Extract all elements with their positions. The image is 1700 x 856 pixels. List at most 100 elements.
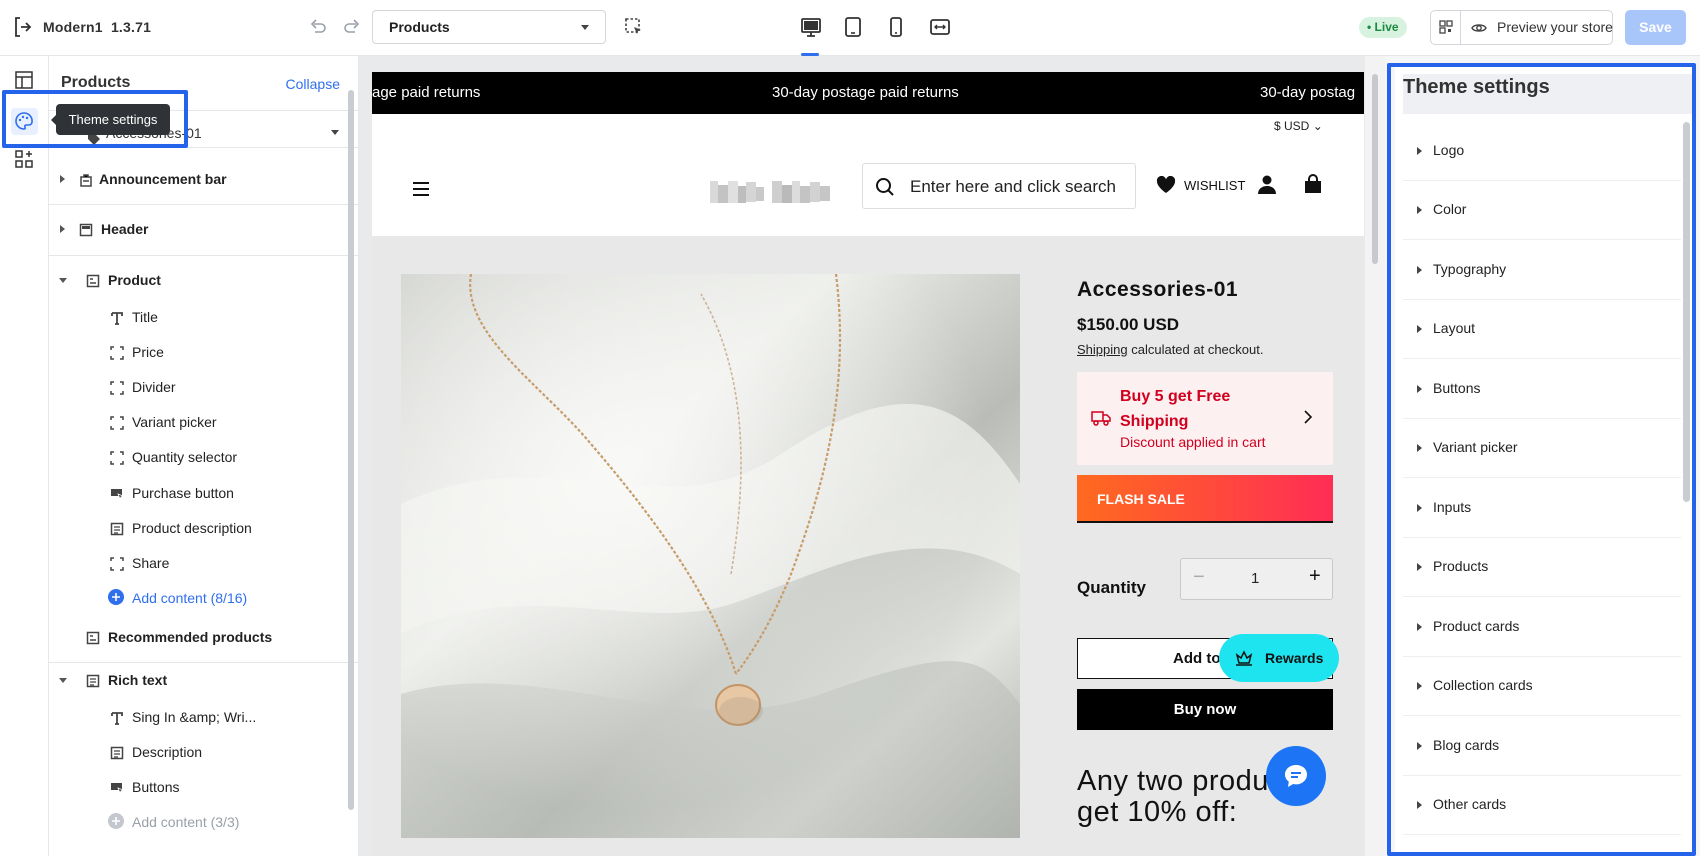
expand-icon[interactable]: [60, 175, 65, 183]
account-icon[interactable]: [1257, 174, 1277, 197]
block-quantity-selector[interactable]: Quantity selector: [49, 446, 349, 468]
announcement-icon: [79, 171, 93, 193]
section-rich-text[interactable]: Rich text: [49, 669, 349, 691]
search-input[interactable]: Enter here and click search: [862, 163, 1136, 209]
fullwidth-icon[interactable]: [929, 16, 951, 41]
dashed-box-icon: [110, 379, 124, 401]
live-badge: • Live: [1359, 17, 1407, 38]
chat-button[interactable]: [1266, 746, 1326, 806]
top-toolbar: Modern1 1.3.71 Products • Live Preview y…: [0, 0, 1700, 56]
dashed-box-icon: [110, 555, 124, 577]
apps-icon[interactable]: [14, 149, 34, 172]
product-image[interactable]: [401, 274, 1020, 838]
block-buttons[interactable]: Buttons: [49, 776, 349, 798]
cart-icon[interactable]: [1304, 174, 1322, 197]
expand-icon: [1417, 682, 1422, 690]
quantity-stepper[interactable]: − 1 +: [1180, 558, 1333, 600]
block-product-description[interactable]: Product description: [49, 517, 349, 539]
section-product[interactable]: Product: [49, 269, 349, 291]
block-description[interactable]: Description: [49, 741, 349, 763]
rewards-button[interactable]: Rewards: [1219, 634, 1339, 682]
section-recommended-products[interactable]: Recommended products: [49, 626, 349, 648]
plus-icon[interactable]: +: [1309, 565, 1321, 588]
dashed-box-icon: [110, 344, 124, 366]
tablet-icon[interactable]: [843, 16, 863, 41]
block-purchase-button[interactable]: Purchase button: [49, 482, 349, 504]
setting-inputs[interactable]: Inputs: [1403, 479, 1681, 538]
setting-collection-cards[interactable]: Collection cards: [1403, 657, 1681, 716]
page-select[interactable]: Products: [372, 10, 606, 44]
sections-icon[interactable]: [14, 70, 34, 93]
add-circle-icon: [108, 813, 124, 835]
section-header[interactable]: Header: [49, 218, 349, 240]
inspect-icon[interactable]: [624, 17, 644, 40]
undo-icon[interactable]: [309, 18, 327, 39]
announcement-text: 30-day postage paid returns: [772, 84, 959, 101]
divider: [49, 204, 358, 205]
product-price: $150.00 USD: [1077, 315, 1180, 334]
section-announcement-bar[interactable]: Announcement bar: [49, 168, 349, 190]
flash-sale-banner: FLASH SALE: [1077, 475, 1333, 523]
setting-layout[interactable]: Layout: [1403, 300, 1681, 359]
setting-variant-picker[interactable]: Variant picker: [1403, 419, 1681, 478]
expand-icon[interactable]: [60, 225, 65, 233]
canvas-scrollbar[interactable]: [1365, 56, 1385, 856]
quantity-label: Quantity: [1077, 578, 1146, 597]
shipping-note: Shipping calculated at checkout.: [1077, 342, 1264, 357]
expand-icon: [1417, 385, 1422, 393]
preview-canvas: age paid returns 30-day postage paid ret…: [359, 56, 1385, 856]
divider: [49, 255, 358, 256]
setting-products[interactable]: Products: [1403, 538, 1681, 597]
desktop-icon[interactable]: [800, 16, 822, 41]
setting-color[interactable]: Color: [1403, 181, 1681, 240]
promo-banner[interactable]: Buy 5 get Free Shipping Discount applied…: [1077, 372, 1333, 465]
settings-scrollbar[interactable]: [1683, 122, 1690, 502]
collapse-link[interactable]: Collapse: [286, 76, 340, 92]
expand-icon: [1417, 742, 1422, 750]
setting-buttons[interactable]: Buttons: [1403, 360, 1681, 419]
buy-now-button[interactable]: Buy now: [1077, 689, 1333, 730]
quantity-value[interactable]: 1: [1251, 570, 1259, 587]
redo-icon[interactable]: [343, 18, 361, 39]
dashed-box-icon: [110, 449, 124, 471]
add-content-button[interactable]: Add content (8/16): [49, 587, 349, 609]
expand-icon: [1417, 563, 1422, 571]
button-icon: [110, 779, 124, 801]
menu-icon[interactable]: [412, 181, 430, 200]
add-content-button-disabled[interactable]: Add content (3/3): [49, 811, 349, 833]
setting-product-cards[interactable]: Product cards: [1403, 598, 1681, 657]
setting-blog-cards[interactable]: Blog cards: [1403, 717, 1681, 776]
expand-icon: [1417, 623, 1422, 631]
block-heading[interactable]: Sing In &amp; Wri...: [49, 706, 349, 728]
theme-settings-icon[interactable]: [11, 108, 38, 135]
block-price[interactable]: Price: [49, 341, 349, 363]
preview-store-button[interactable]: Preview your store: [1461, 11, 1613, 44]
collapse-icon[interactable]: [59, 278, 67, 283]
promo-subtitle: Discount applied in cart: [1120, 434, 1266, 450]
currency-selector[interactable]: $ USD ⌄: [1274, 119, 1323, 133]
theme-settings-list: Theme settings Logo Color Typography Lay…: [1395, 66, 1695, 856]
store-logo-blurred[interactable]: [710, 177, 830, 207]
minus-icon[interactable]: −: [1193, 566, 1205, 589]
expand-icon: [1417, 504, 1422, 512]
expand-icon: [1417, 325, 1422, 333]
eye-icon: [1471, 24, 1487, 32]
save-button[interactable]: Save: [1625, 10, 1686, 45]
qr-code-icon[interactable]: [1431, 11, 1461, 44]
block-share[interactable]: Share: [49, 552, 349, 574]
crown-icon: [1235, 650, 1253, 666]
block-divider[interactable]: Divider: [49, 376, 349, 398]
block-variant-picker[interactable]: Variant picker: [49, 411, 349, 433]
panel-scrollbar[interactable]: [348, 90, 354, 810]
theme-settings-panel: Theme settings Logo Color Typography Lay…: [1385, 56, 1700, 856]
setting-logo[interactable]: Logo: [1403, 122, 1681, 181]
block-title[interactable]: Title: [49, 306, 349, 328]
store-header: $ USD ⌄ Enter here and click search WISH…: [372, 114, 1364, 236]
setting-other-cards[interactable]: Other cards: [1403, 776, 1681, 835]
collapse-icon[interactable]: [59, 678, 67, 683]
setting-typography[interactable]: Typography: [1403, 241, 1681, 300]
store-preview: age paid returns 30-day postage paid ret…: [372, 72, 1364, 856]
exit-icon[interactable]: [14, 17, 32, 40]
shipping-link[interactable]: Shipping: [1077, 342, 1128, 357]
mobile-icon[interactable]: [887, 16, 905, 41]
